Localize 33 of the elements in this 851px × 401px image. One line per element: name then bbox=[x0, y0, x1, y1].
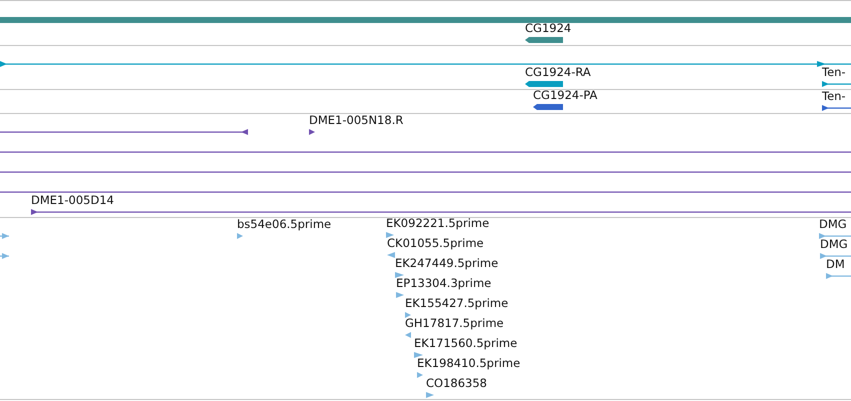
feature-label: DMG bbox=[820, 238, 848, 251]
feature-label: EP13304.3prime bbox=[396, 277, 492, 290]
feature-line[interactable] bbox=[822, 105, 851, 111]
feature-label: CG1924 bbox=[525, 22, 572, 35]
feature-label: DME1-005N18.R bbox=[309, 114, 404, 127]
feature-label: EK171560.5prime bbox=[414, 337, 518, 350]
feature-line[interactable] bbox=[822, 81, 851, 87]
feature-label: EK092221.5prime bbox=[386, 217, 490, 230]
feature-label: Ten- bbox=[822, 90, 846, 103]
feature-label: EK198410.5prime bbox=[417, 357, 520, 370]
feature-label: bs54e06.5prime bbox=[237, 218, 332, 231]
feature-label: DM bbox=[826, 258, 845, 271]
feature-block[interactable] bbox=[533, 104, 563, 110]
feature-label: DME1-005D14 bbox=[31, 194, 114, 207]
feature-line[interactable] bbox=[0, 61, 851, 67]
feature-arrow[interactable] bbox=[309, 129, 315, 135]
feature-line[interactable] bbox=[0, 192, 851, 193]
feature-label: EK247449.5prime bbox=[395, 257, 498, 270]
feature-label: CG1924-PA bbox=[533, 89, 598, 102]
feature-block[interactable] bbox=[525, 81, 563, 87]
feature-line[interactable] bbox=[31, 209, 851, 215]
feature-line[interactable] bbox=[0, 152, 851, 153]
feature-label: CO186358 bbox=[426, 377, 487, 390]
feature-label: DMG bbox=[819, 218, 847, 231]
feature-label: CG1924-RA bbox=[525, 66, 591, 79]
feature-label: GH17817.5prime bbox=[405, 317, 504, 330]
feature-line[interactable] bbox=[0, 129, 248, 135]
feature-label: EK155427.5prime bbox=[405, 297, 508, 310]
feature-block[interactable] bbox=[525, 37, 563, 43]
feature-label: Ten- bbox=[822, 66, 846, 79]
feature-arrow[interactable] bbox=[817, 61, 826, 67]
feature-label: CK01055.5prime bbox=[387, 237, 484, 250]
feature-line[interactable] bbox=[0, 172, 851, 173]
